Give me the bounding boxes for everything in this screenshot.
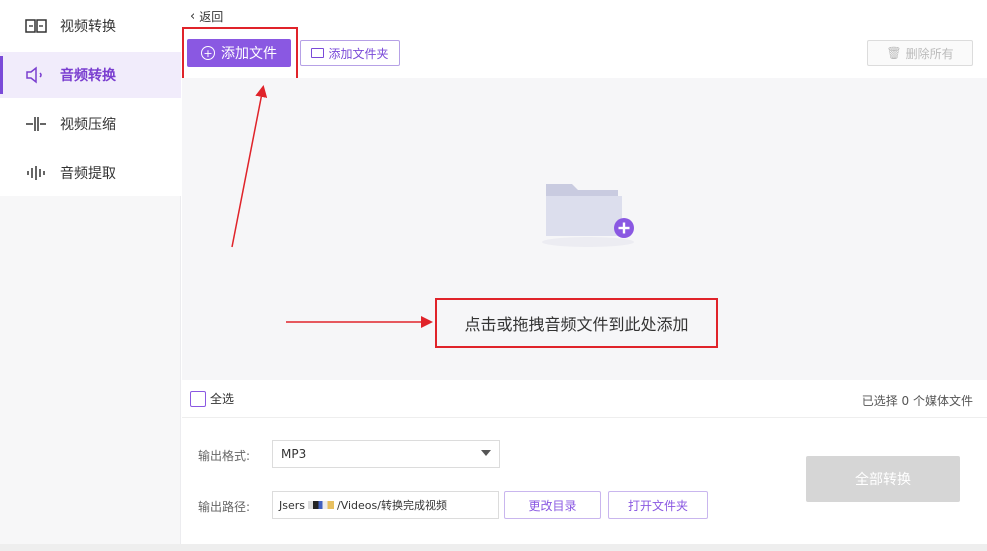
sidebar: 视频转换 音频转换 视频压缩 音频提取 bbox=[0, 0, 181, 551]
add-folder-label: 添加文件夹 bbox=[328, 46, 389, 61]
select-all-label: 全选 bbox=[210, 392, 235, 406]
sidebar-item-label: 音频提取 bbox=[60, 166, 116, 182]
sidebar-item-video-compress[interactable]: 视频压缩 bbox=[0, 101, 181, 147]
back-button[interactable]: ‹ 返回 bbox=[190, 8, 223, 25]
audio-convert-icon bbox=[24, 66, 48, 84]
output-settings: 输出格式: MP3 输出路径: Jsers /Videos/转换完成视频 更改目… bbox=[182, 418, 987, 551]
open-folder-label: 打开文件夹 bbox=[627, 498, 688, 513]
sidebar-item-audio-convert[interactable]: 音频转换 bbox=[0, 52, 181, 98]
path-label: 输出路径: bbox=[198, 500, 251, 514]
add-folder-button[interactable]: 添加文件夹 bbox=[300, 40, 400, 66]
delete-all-button[interactable]: 🗑 删除所有 bbox=[867, 40, 973, 66]
trash-icon: 🗑 bbox=[886, 46, 902, 60]
sidebar-item-label: 视频压缩 bbox=[60, 117, 116, 133]
sidebar-item-label: 视频转换 bbox=[60, 19, 116, 35]
redacted-path-segment bbox=[308, 501, 334, 509]
format-label: 输出格式: bbox=[198, 449, 251, 463]
caret-down-icon bbox=[481, 450, 491, 456]
bottom-divider bbox=[0, 544, 987, 551]
drop-hint: 点击或拖拽音频文件到此处添加 bbox=[435, 298, 718, 348]
path-prefix: Jsers bbox=[279, 498, 305, 512]
drop-zone[interactable]: 点击或拖拽音频文件到此处添加 bbox=[182, 78, 987, 380]
sidebar-item-label: 音频转换 bbox=[60, 68, 116, 84]
selection-bar: 全选 已选择 0 个媒体文件 bbox=[182, 380, 987, 418]
delete-all-label: 删除所有 bbox=[905, 46, 954, 61]
plus-circle-icon: + bbox=[201, 46, 215, 60]
sidebar-nav: 视频转换 音频转换 视频压缩 音频提取 bbox=[0, 0, 181, 196]
video-convert-icon bbox=[24, 17, 48, 35]
format-select[interactable]: MP3 bbox=[272, 440, 500, 468]
audio-extract-icon bbox=[24, 164, 48, 182]
main-panel: ‹ 返回 + 添加文件 添加文件夹 🗑 删除所有 点击或拖拽音频文件到此处添加 bbox=[182, 0, 987, 551]
sidebar-item-audio-extract[interactable]: 音频提取 bbox=[0, 150, 181, 196]
back-label: 返回 bbox=[199, 10, 224, 24]
selected-count: 已选择 0 个媒体文件 bbox=[861, 394, 973, 408]
open-folder-button[interactable]: 打开文件夹 bbox=[608, 491, 708, 519]
change-directory-label: 更改目录 bbox=[528, 498, 577, 513]
convert-all-button[interactable]: 全部转换 bbox=[806, 456, 960, 502]
select-all-checkbox[interactable]: 全选 bbox=[190, 390, 234, 407]
add-file-label: 添加文件 bbox=[221, 46, 277, 62]
change-directory-button[interactable]: 更改目录 bbox=[504, 491, 601, 519]
sidebar-item-video-convert[interactable]: 视频转换 bbox=[0, 3, 181, 49]
convert-all-label: 全部转换 bbox=[855, 472, 911, 488]
chevron-left-icon: ‹ bbox=[190, 9, 196, 24]
drop-hint-text: 点击或拖拽音频文件到此处添加 bbox=[464, 315, 689, 334]
add-folder-illustration-icon bbox=[542, 184, 634, 247]
add-file-button[interactable]: + 添加文件 bbox=[187, 39, 291, 67]
checkbox-icon bbox=[190, 390, 206, 407]
video-compress-icon bbox=[24, 115, 48, 133]
output-path-field[interactable]: Jsers /Videos/转换完成视频 bbox=[272, 491, 499, 519]
folder-icon bbox=[311, 48, 325, 58]
path-suffix: /Videos/转换完成视频 bbox=[337, 499, 447, 512]
format-value: MP3 bbox=[281, 447, 307, 461]
